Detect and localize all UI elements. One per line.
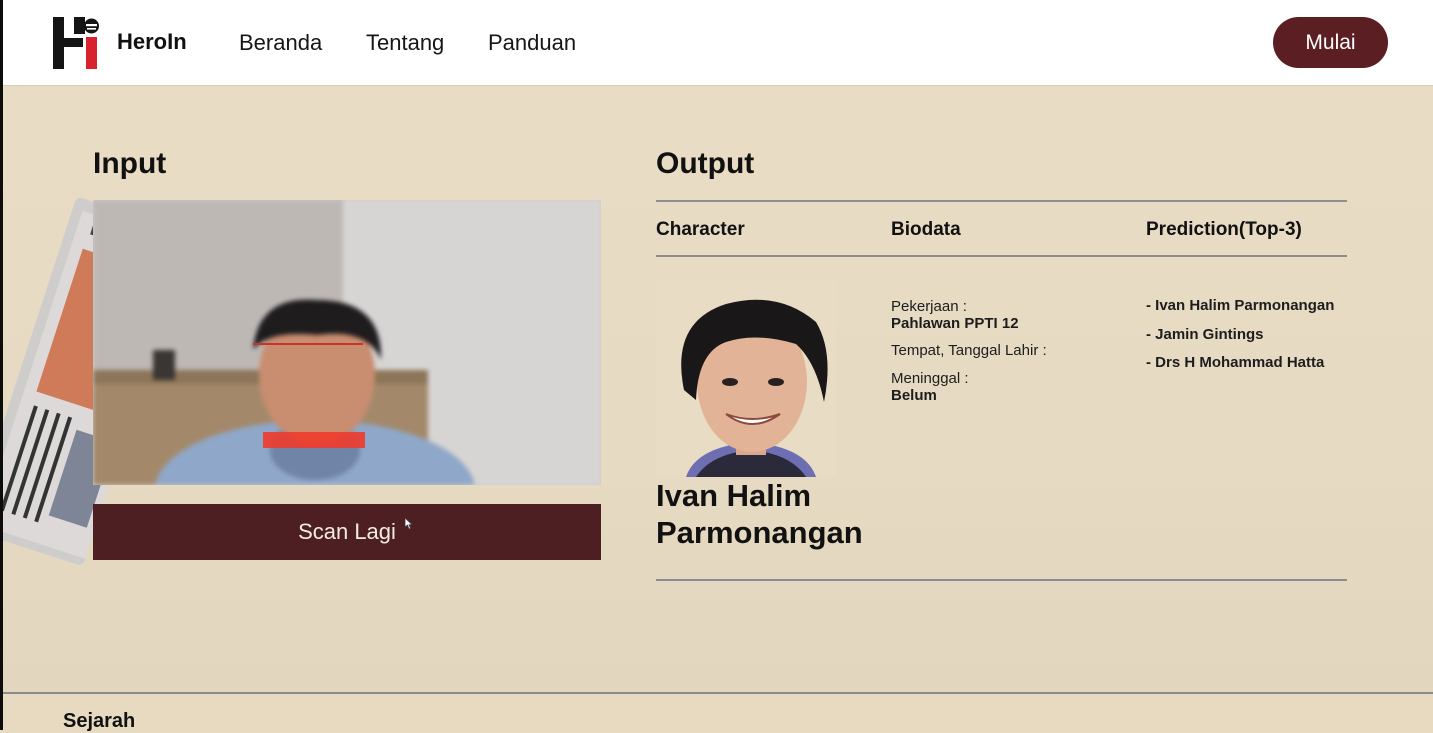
mouse-cursor-icon (405, 518, 413, 530)
input-heading: Input (93, 147, 167, 180)
detection-label-bar (263, 432, 365, 448)
prediction-item-1: - Ivan Halim Parmonangan (1146, 297, 1335, 314)
column-header-prediction: Prediction(Top-3) (1146, 219, 1302, 240)
nav-link-beranda[interactable]: Beranda (239, 30, 322, 56)
column-header-biodata: Biodata (891, 219, 961, 240)
prediction-item-3: - Drs H Mohammad Hatta (1146, 354, 1325, 371)
character-name: Ivan Halim Parmonangan (656, 478, 863, 550)
nav-link-tentang[interactable]: Tentang (366, 30, 444, 56)
footer-section: Sejarah (3, 692, 1433, 732)
navbar: HeroIn Beranda Tentang Panduan Mulai (3, 0, 1433, 86)
table-header-rule (656, 255, 1347, 257)
prediction-list: - Ivan Halim Parmonangan - Jamin Ginting… (1146, 297, 1334, 383)
ttl-label: Tempat, Tanggal Lahir : (891, 342, 1047, 359)
meninggal-value: Belum (891, 387, 937, 404)
table-bottom-rule (656, 579, 1347, 581)
pekerjaan-value: Pahlawan PPTI 12 (891, 315, 1019, 332)
heroin-logo[interactable] (53, 17, 101, 69)
character-photo (656, 282, 836, 477)
main-content: Input Scan Lagi Output Character Biodata… (3, 86, 1433, 692)
brand-name[interactable]: HeroIn (117, 29, 187, 55)
webcam-feed (93, 200, 601, 485)
table-top-rule (656, 200, 1347, 202)
prediction-item-2: - Jamin Gintings (1146, 325, 1264, 343)
scan-again-button[interactable]: Scan Lagi (93, 504, 601, 560)
mulai-button[interactable]: Mulai (1273, 17, 1388, 68)
meninggal-label: Meninggal : (891, 370, 969, 387)
pekerjaan-label: Pekerjaan : (891, 298, 967, 315)
biodata-section: Pekerjaan : Pahlawan PPTI 12 Tempat, Tan… (891, 298, 1111, 414)
nav-link-panduan[interactable]: Panduan (488, 30, 576, 56)
output-heading: Output (656, 147, 755, 180)
column-header-character: Character (656, 219, 745, 240)
